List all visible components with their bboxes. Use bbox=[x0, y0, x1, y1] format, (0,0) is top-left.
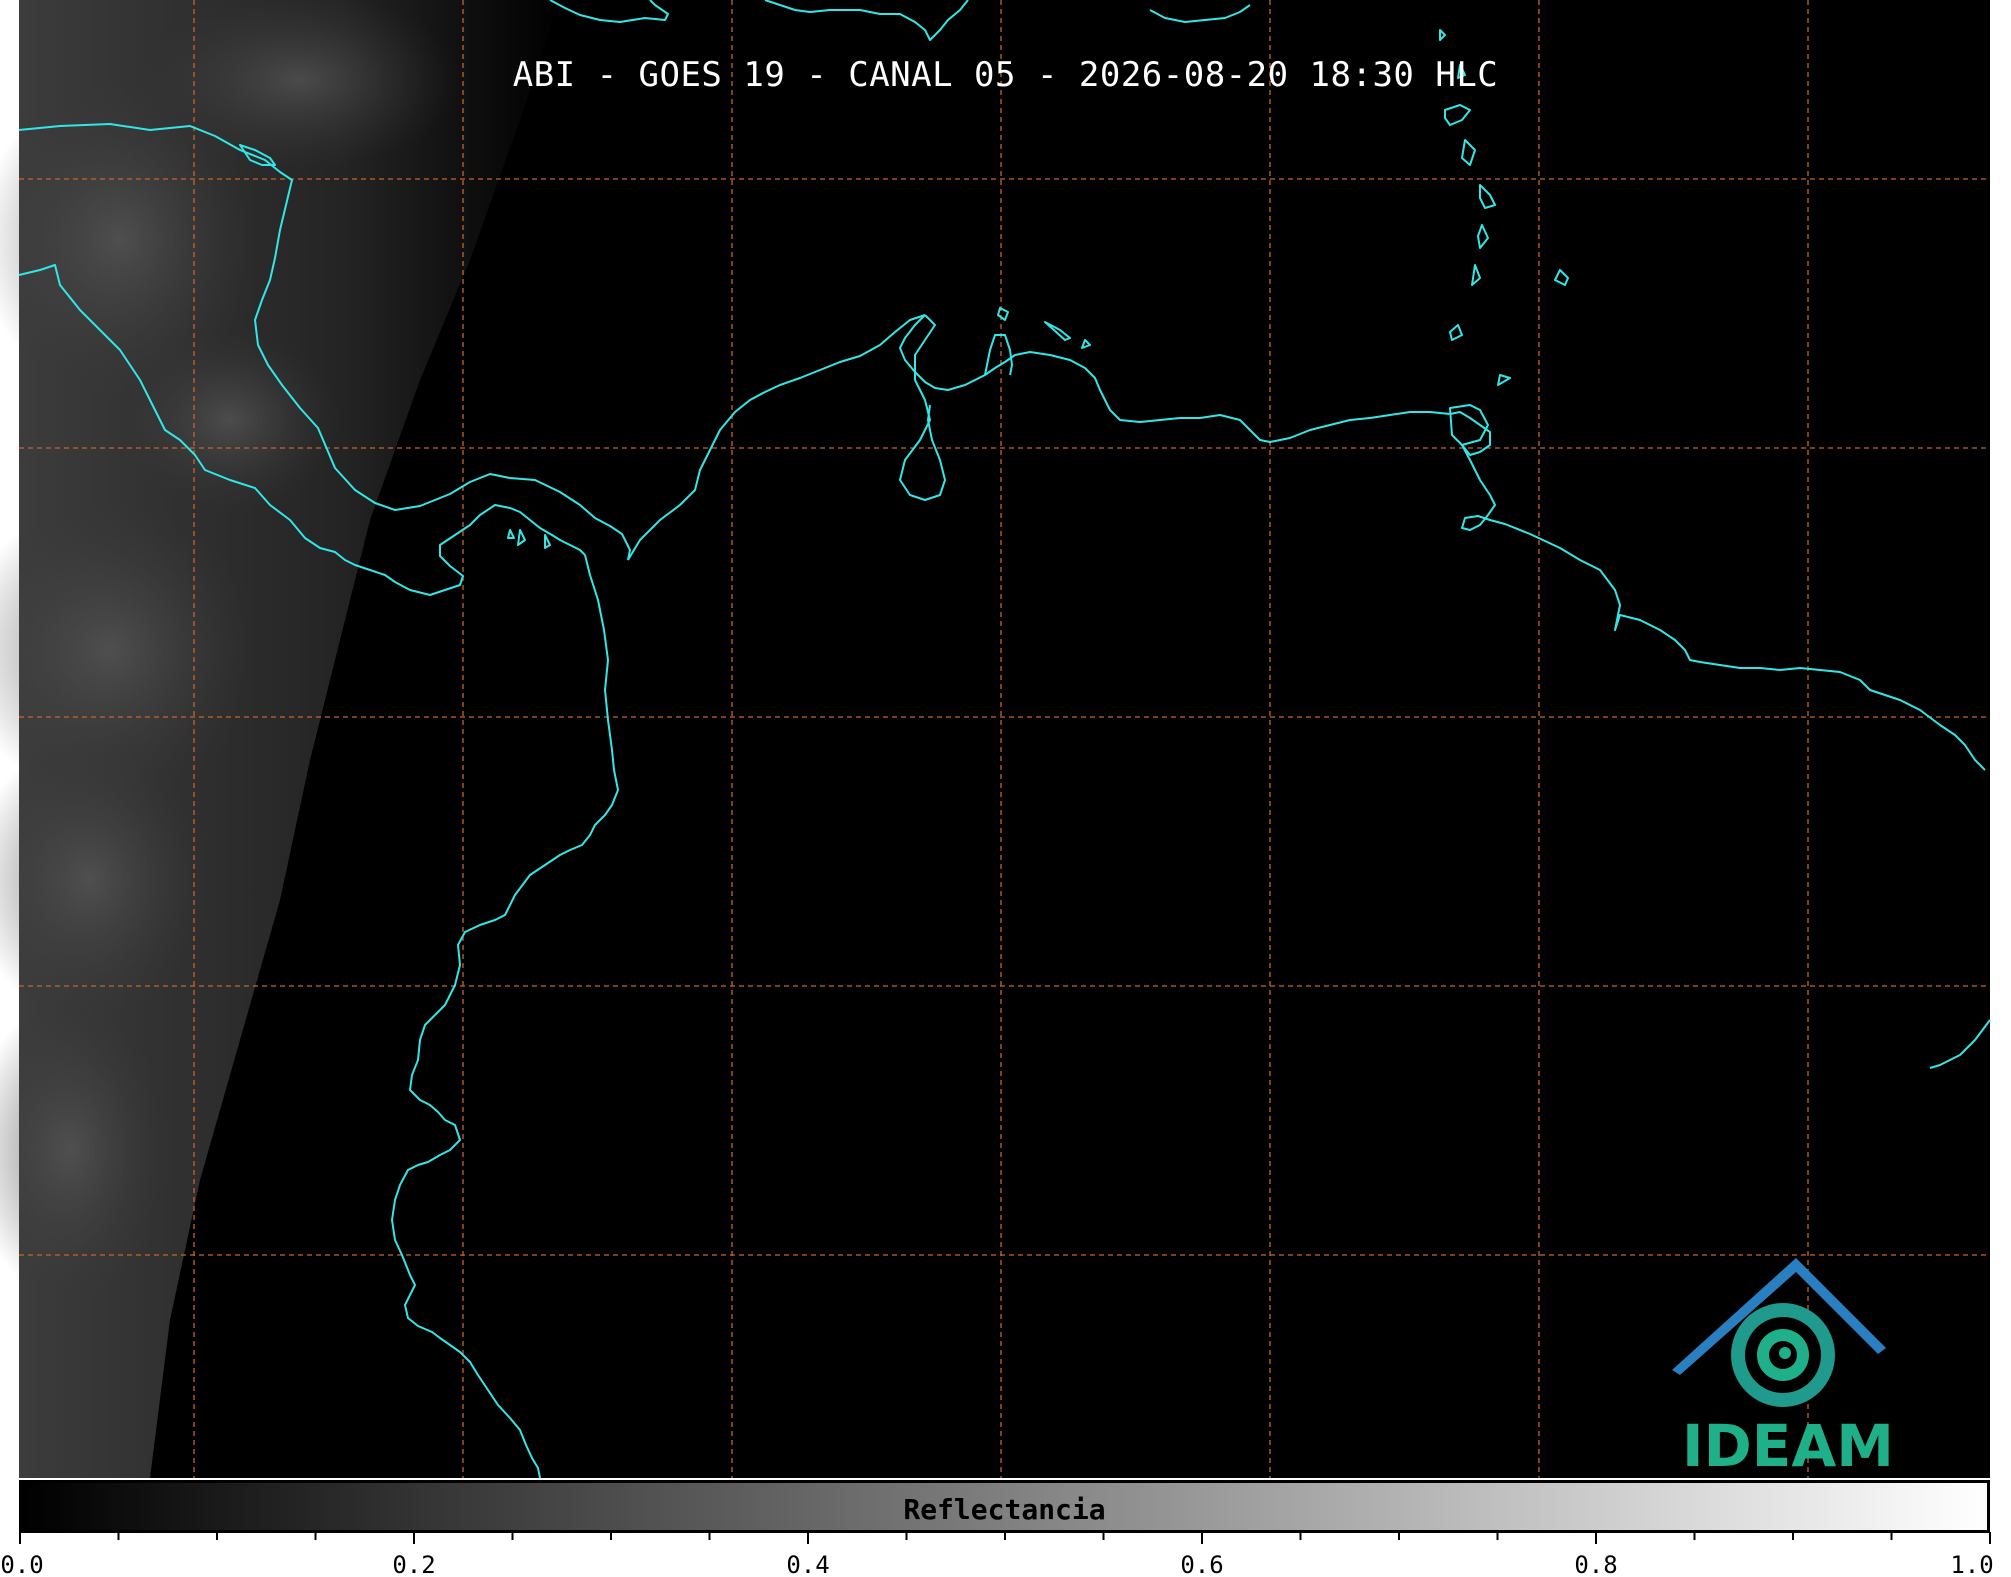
satellite-map bbox=[0, 0, 1991, 1479]
colorbar-tick-label: 0.6 bbox=[1180, 1551, 1224, 1577]
ideam-logo-text: IDEAM bbox=[1682, 1412, 1894, 1480]
colorbar-tick-label: 1.0 bbox=[1950, 1551, 1994, 1577]
colorbar-tick-label: 0.2 bbox=[392, 1551, 436, 1577]
image-title: ABI - GOES 19 - CANAL 05 - 2026-08-20 18… bbox=[512, 55, 1499, 95]
colorbar-tick-label: 0.4 bbox=[786, 1551, 830, 1577]
satellite-image-page: ABI - GOES 19 - CANAL 05 - 2026-08-20 18… bbox=[0, 0, 2011, 1577]
colorbar-tick-label: 0.8 bbox=[1574, 1551, 1618, 1577]
colorbar-label: Reflectancia bbox=[903, 1493, 1106, 1526]
colorbar-tick-label: 0.0 bbox=[0, 1551, 44, 1577]
colorbar: Reflectancia bbox=[19, 1480, 1990, 1533]
